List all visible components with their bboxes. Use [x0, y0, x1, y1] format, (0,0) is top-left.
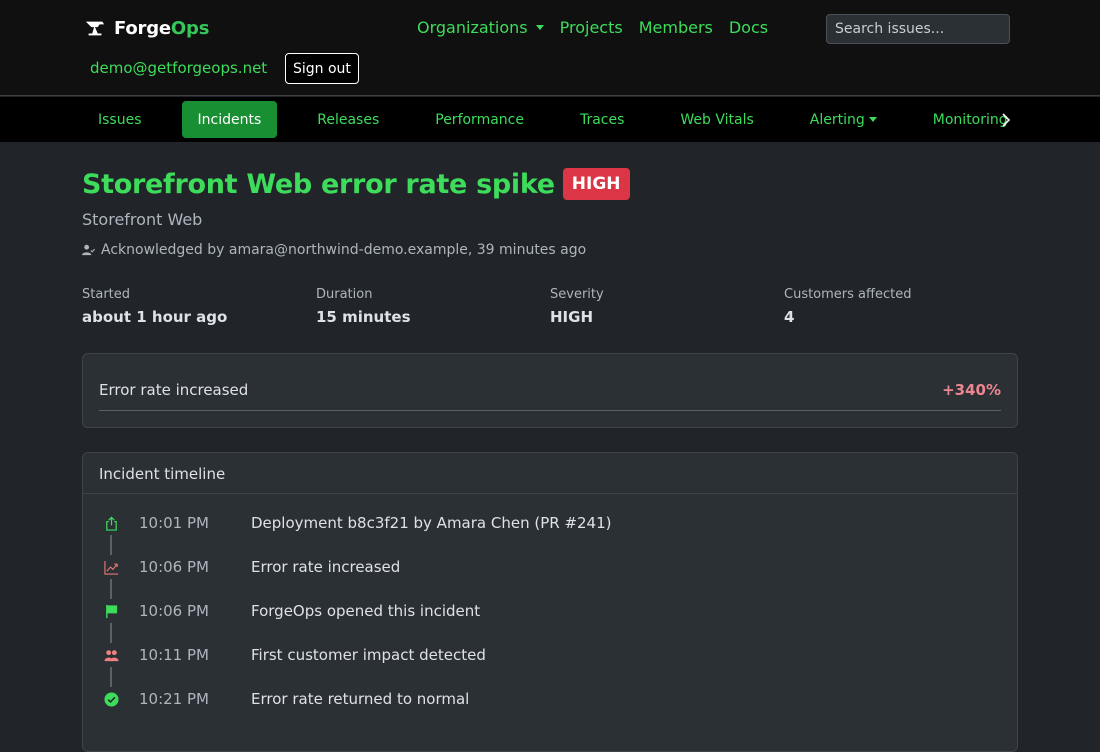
timeline-text: ForgeOps opened this incident	[251, 602, 481, 620]
timeline-time: 10:06 PM	[139, 602, 209, 620]
people-icon	[103, 647, 119, 663]
error-rate-value: +340%	[942, 381, 1001, 399]
severity-badge: HIGH	[562, 168, 630, 200]
timeline-text: Error rate returned to normal	[251, 690, 470, 708]
timeline-text: Error rate increased	[251, 558, 401, 576]
error-rate-card: Error rate increased +340%	[82, 353, 1018, 428]
error-rate-label: Error rate increased	[99, 381, 249, 399]
stat-customers-affected: Customers affected 4	[784, 287, 1018, 326]
timeline-time: 10:21 PM	[139, 690, 209, 708]
timeline-item: 10:06 PM ForgeOps opened this incident	[83, 596, 1003, 626]
timeline-text: Deployment b8c3f21 by Amara Chen (PR #24…	[251, 514, 612, 532]
stat-started: Started about 1 hour ago	[82, 287, 316, 326]
anvil-logo-icon	[85, 21, 105, 36]
trend-up-icon	[103, 559, 119, 575]
timeline-item: 10:06 PM Error rate increased	[83, 552, 1003, 582]
nav-organizations-label: Organizations	[417, 18, 528, 37]
sign-out-button[interactable]: Sign out	[285, 53, 359, 84]
nav-docs[interactable]: Docs	[729, 18, 768, 37]
timeline-item: 10:01 PM Deployment b8c3f21 by Amara Che…	[83, 508, 1003, 538]
person-check-icon	[82, 244, 95, 256]
search-input[interactable]	[826, 14, 1010, 44]
tab-performance[interactable]: Performance	[419, 101, 540, 138]
nav-members[interactable]: Members	[639, 18, 713, 37]
user-email: demo@getforgeops.net	[90, 59, 268, 77]
check-circle-icon	[103, 691, 119, 707]
stat-value: 15 minutes	[316, 308, 411, 326]
tab-traces[interactable]: Traces	[564, 101, 640, 138]
timeline-item: 10:21 PM Error rate returned to normal	[83, 684, 1003, 714]
incident-stats: Started about 1 hour ago Duration 15 min…	[82, 287, 1018, 326]
stat-label: Started	[82, 287, 131, 302]
tabs-scroll-right[interactable]	[1000, 97, 1012, 142]
chevron-right-icon	[1002, 112, 1011, 127]
stat-label: Customers affected	[784, 287, 912, 302]
timeline-time: 10:06 PM	[139, 558, 209, 576]
top-navbar: ForgeOps Organizations Projects Members …	[0, 0, 1100, 96]
nav-organizations[interactable]: Organizations	[417, 18, 544, 37]
stat-value: HIGH	[550, 308, 594, 326]
stat-value: 4	[784, 308, 795, 326]
timeline-time: 10:01 PM	[139, 514, 209, 532]
brand-name-part2: Ops	[170, 17, 210, 39]
title-row: Storefront Web error rate spike HIGH	[82, 168, 630, 200]
stat-value: about 1 hour ago	[82, 308, 228, 326]
nav-projects[interactable]: Projects	[560, 18, 623, 37]
tab-web-vitals[interactable]: Web Vitals	[664, 101, 769, 138]
stat-severity: Severity HIGH	[550, 287, 784, 326]
stat-label: Severity	[550, 287, 604, 302]
tab-incidents[interactable]: Incidents	[181, 101, 278, 138]
page-title: Storefront Web error rate spike	[82, 168, 555, 200]
brand-name-part1: Forge	[114, 17, 171, 39]
tab-alerting[interactable]: Alerting	[794, 101, 893, 138]
acknowledged-text: Acknowledged by amara@northwind-demo.exa…	[101, 242, 587, 258]
timeline-time: 10:11 PM	[139, 646, 209, 664]
timeline-text: First customer impact detected	[251, 646, 486, 664]
error-rate-row: Error rate increased +340%	[99, 381, 1001, 411]
brand[interactable]: ForgeOps	[84, 17, 209, 39]
incident-timeline-card: Incident timeline 10:01 PM Deployment b8…	[82, 452, 1018, 752]
brand-name: ForgeOps	[114, 18, 209, 39]
caret-down-icon	[868, 117, 877, 122]
stat-label: Duration	[316, 287, 373, 302]
project-name: Storefront Web	[82, 210, 203, 229]
timeline-item: 10:11 PM First customer impact detected	[83, 640, 1003, 670]
tab-alerting-label: Alerting	[809, 111, 865, 128]
stat-duration: Duration 15 minutes	[316, 287, 550, 326]
deploy-icon	[103, 515, 119, 531]
top-nav: Organizations Projects Members Docs	[417, 18, 768, 37]
flag-icon	[103, 603, 119, 619]
caret-down-icon	[535, 25, 544, 30]
tab-releases[interactable]: Releases	[301, 101, 395, 138]
acknowledged-info: Acknowledged by amara@northwind-demo.exa…	[82, 242, 586, 258]
timeline-header: Incident timeline	[83, 453, 1017, 494]
project-tabs: Issues Incidents Releases Performance Tr…	[0, 97, 1100, 142]
tab-issues[interactable]: Issues	[82, 101, 158, 138]
